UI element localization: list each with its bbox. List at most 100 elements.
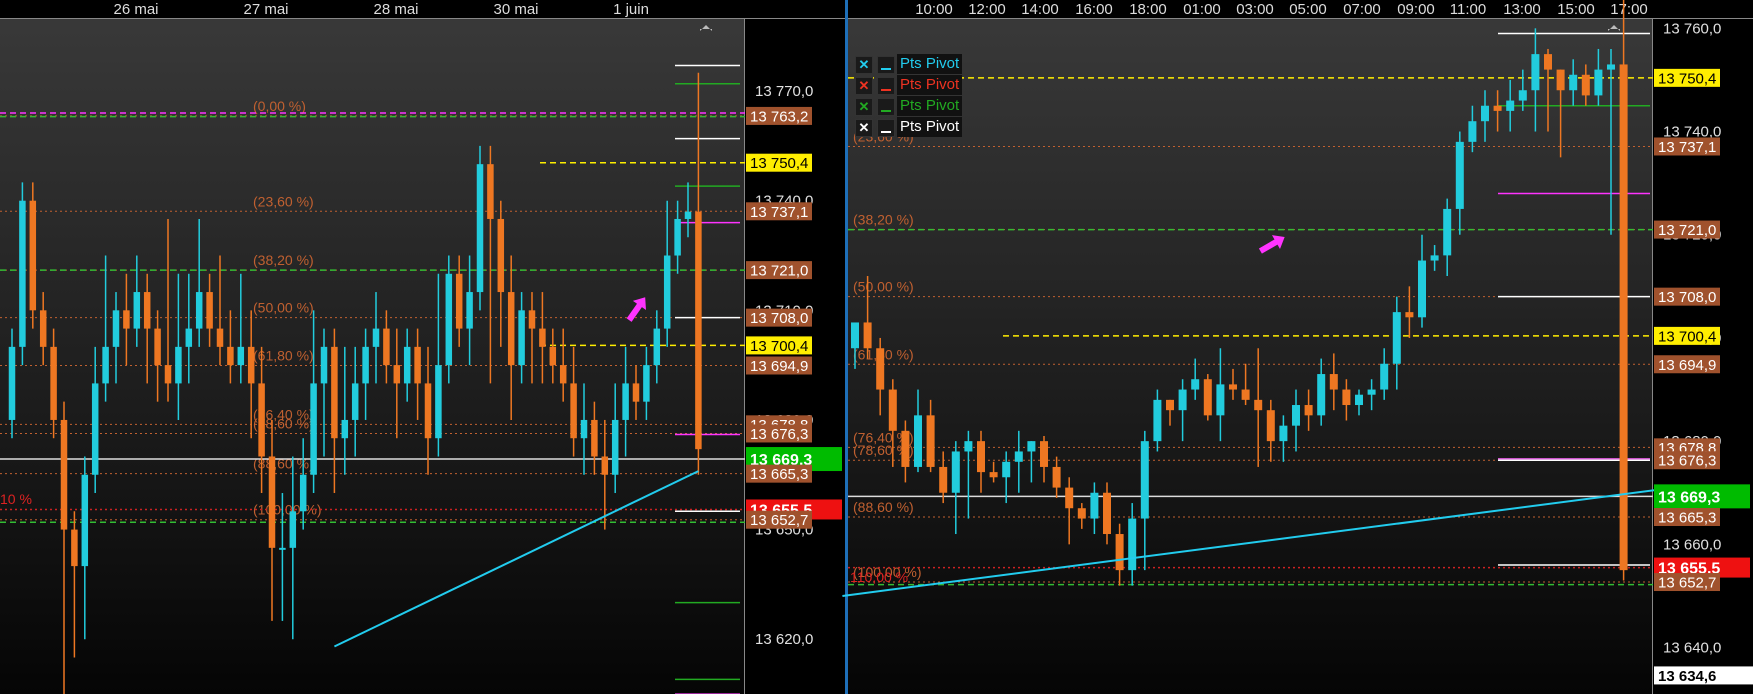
time-tick-label: 09:00 — [1397, 1, 1435, 18]
bullish-candle — [1216, 384, 1225, 416]
bullish-candle — [237, 346, 245, 366]
time-tick-label: 14:00 — [1021, 1, 1059, 18]
legend-row[interactable]: ✕ Pts Pivot — [855, 54, 965, 75]
close-icon[interactable]: ✕ — [855, 56, 873, 74]
legend-label[interactable]: Pts Pivot — [897, 75, 963, 95]
bullish-candle — [1481, 105, 1489, 122]
fib-level-label: (38,20 %) — [853, 212, 914, 228]
time-tick-label: 10:00 — [915, 1, 953, 18]
bullish-candle — [320, 346, 328, 384]
line-style-icon[interactable] — [877, 119, 895, 137]
bullish-candle — [1153, 399, 1162, 442]
left-panel-background — [0, 0, 745, 694]
price-marker-label: 13 700,4 — [750, 338, 808, 355]
bullish-candle — [643, 365, 650, 402]
bullish-candle — [1531, 54, 1540, 91]
bearish-candle — [383, 328, 390, 366]
time-tick-label: 13:00 — [1503, 1, 1541, 18]
line-style-icon[interactable] — [877, 56, 895, 74]
bearish-candle — [1581, 74, 1590, 96]
bearish-candle — [29, 200, 37, 311]
bearish-candle — [926, 415, 935, 467]
bullish-candle — [476, 164, 484, 293]
bullish-candle — [1392, 312, 1401, 364]
time-tick-label: 05:00 — [1289, 1, 1327, 18]
legend-row[interactable]: ✕ Pts Pivot — [855, 96, 965, 117]
bearish-candle — [507, 292, 515, 366]
price-marker-label: 13 665,3 — [1658, 510, 1716, 527]
legend-row[interactable]: ✕ Pts Pivot — [855, 75, 965, 96]
close-icon[interactable]: ✕ — [855, 119, 873, 137]
bullish-candle — [341, 419, 349, 439]
bearish-candle — [50, 346, 57, 420]
bullish-candle — [1455, 141, 1464, 209]
bearish-candle — [227, 346, 234, 366]
price-tick-label: 13 620,0 — [755, 631, 813, 648]
bearish-candle — [39, 310, 47, 347]
time-tick-label: 01:00 — [1183, 1, 1221, 18]
legend-label[interactable]: Pts Pivot — [897, 117, 963, 137]
bullish-candle — [1191, 379, 1200, 390]
bullish-candle — [1380, 363, 1389, 390]
fib-level-label: (50,00 %) — [253, 300, 314, 316]
bullish-candle — [951, 451, 960, 493]
price-tick-label: 13 760,0 — [1663, 20, 1721, 37]
bullish-candle — [372, 328, 380, 347]
time-tick-label: 03:00 — [1236, 1, 1274, 18]
legend-label[interactable]: Pts Pivot — [897, 54, 963, 74]
price-marker-label: 13 676,3 — [1658, 453, 1716, 470]
bearish-candle — [1241, 389, 1250, 400]
bearish-candle — [247, 346, 255, 384]
bullish-candle — [1569, 74, 1578, 91]
bearish-candle — [559, 365, 567, 384]
bullish-candle — [914, 415, 922, 467]
bearish-candle — [455, 273, 463, 329]
line-style-icon[interactable] — [877, 98, 895, 116]
legend-row[interactable]: ✕ Pts Pivot — [855, 117, 965, 138]
bearish-candle — [901, 430, 910, 467]
bearish-candle — [268, 456, 276, 548]
bearish-candle — [549, 346, 557, 366]
line-style-icon[interactable] — [877, 77, 895, 95]
bearish-candle — [1115, 534, 1124, 571]
bearish-candle — [939, 466, 948, 493]
bearish-candle — [1166, 399, 1174, 411]
bearish-candle — [497, 218, 505, 293]
panel-splitter[interactable] — [845, 0, 848, 694]
price-marker-label: 13 721,0 — [750, 263, 808, 280]
time-tick-label: 11:00 — [1450, 1, 1486, 18]
price-tick-label: 13 640,0 — [1663, 640, 1721, 657]
bullish-candle — [1128, 518, 1137, 571]
bearish-candle — [60, 419, 68, 530]
bearish-candle — [1493, 105, 1502, 111]
price-marker-label: 13 750,4 — [1658, 70, 1716, 87]
bearish-candle — [863, 322, 872, 349]
time-tick-label: 12:00 — [968, 1, 1006, 18]
bullish-candle — [1355, 394, 1363, 406]
bullish-candle — [1279, 425, 1288, 442]
price-marker-label: 13 737,1 — [1658, 139, 1716, 156]
bearish-candle — [424, 383, 432, 439]
close-icon[interactable]: ✕ — [855, 77, 873, 95]
bullish-candle — [1594, 69, 1603, 96]
bearish-candle — [393, 365, 401, 384]
close-icon[interactable]: ✕ — [855, 98, 873, 116]
bullish-candle — [684, 211, 692, 219]
bullish-candle — [1430, 255, 1439, 261]
bullish-candle — [19, 200, 26, 347]
price-marker-label: 13 634,6 — [1658, 668, 1716, 685]
time-tick-label: 28 mai — [373, 1, 418, 18]
bullish-candle — [91, 383, 99, 475]
bullish-candle — [1518, 90, 1527, 101]
legend-label[interactable]: Pts Pivot — [897, 96, 963, 116]
bullish-candle — [310, 383, 317, 475]
bearish-candle — [888, 389, 897, 431]
bullish-candle — [1027, 441, 1036, 452]
bullish-candle — [1292, 405, 1300, 426]
bearish-candle — [632, 383, 640, 402]
time-tick-label: 27 mai — [243, 1, 288, 18]
bullish-candle — [403, 346, 411, 384]
bullish-candle — [102, 346, 109, 384]
bullish-candle — [1317, 374, 1326, 416]
bullish-candle — [622, 383, 629, 420]
